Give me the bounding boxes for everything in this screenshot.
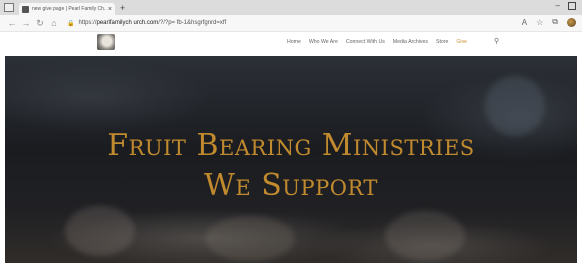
hero-title-line-1: Fruit Bearing Ministries: [107, 128, 475, 163]
nav-give[interactable]: Give: [456, 39, 467, 45]
nav-media-archives[interactable]: Media Archives: [393, 39, 428, 45]
url-scheme: https://: [78, 20, 97, 26]
maximize-icon[interactable]: [568, 2, 576, 10]
search-icon[interactable]: ⚲: [494, 37, 499, 45]
new-tab-icon[interactable]: +: [120, 3, 125, 13]
back-icon[interactable]: ←: [5, 18, 19, 28]
url-path: /?/?p= fb-1&hsgrfgnrd=xff: [158, 20, 227, 26]
main-nav: Home Who We Are Connect With Us Media Ar…: [287, 39, 475, 45]
nav-connect-with-us[interactable]: Connect With Us: [346, 39, 385, 45]
nav-who-we-are[interactable]: Who We Are: [309, 39, 338, 45]
forward-icon[interactable]: →: [19, 18, 33, 28]
background-crowd-blur: [205, 216, 295, 261]
close-tab-icon[interactable]: ×: [108, 6, 112, 13]
collections-icon[interactable]: ⧉: [552, 17, 558, 27]
nav-store[interactable]: Store: [436, 39, 448, 45]
minimize-icon[interactable]: –: [556, 1, 560, 10]
tab-actions-icon[interactable]: [4, 3, 14, 12]
lock-icon: 🔒: [67, 20, 75, 27]
favorites-icon[interactable]: ☆: [536, 18, 543, 27]
hero-title-line-2: We Support: [204, 168, 378, 203]
url-text: https://pearlfamilych urch.com/?/?p= fb-…: [78, 20, 226, 26]
browser-toolbar: ← → ↻ ⌂ 🔒 https://pearlfamilych urch.com…: [0, 15, 582, 32]
tab-title: new give page | Pearl Family Ch...: [32, 6, 106, 12]
home-icon[interactable]: ⌂: [47, 18, 61, 28]
browser-tab[interactable]: new give page | Pearl Family Ch... ×: [19, 3, 115, 15]
site-logo[interactable]: [97, 34, 115, 50]
browser-tab-bar: new give page | Pearl Family Ch... × + –: [0, 0, 582, 15]
refresh-icon[interactable]: ↻: [33, 18, 47, 29]
site-header: Home Who We Are Connect With Us Media Ar…: [0, 32, 582, 55]
nav-home[interactable]: Home: [287, 39, 301, 45]
address-bar[interactable]: 🔒 https://pearlfamilych urch.com/?/?p= f…: [67, 17, 226, 30]
profile-avatar[interactable]: [567, 17, 576, 27]
background-light-blur: [485, 76, 545, 136]
background-crowd-blur: [65, 206, 135, 256]
read-aloud-icon[interactable]: A: [522, 18, 527, 27]
url-host: pearlfamilych urch.com: [96, 20, 159, 26]
hero-banner: Fruit Bearing Ministries We Support: [5, 56, 577, 263]
favicon-icon: [22, 5, 29, 13]
background-crowd-blur: [385, 211, 465, 261]
toolbar-actions: A ☆ ⧉: [522, 17, 576, 27]
